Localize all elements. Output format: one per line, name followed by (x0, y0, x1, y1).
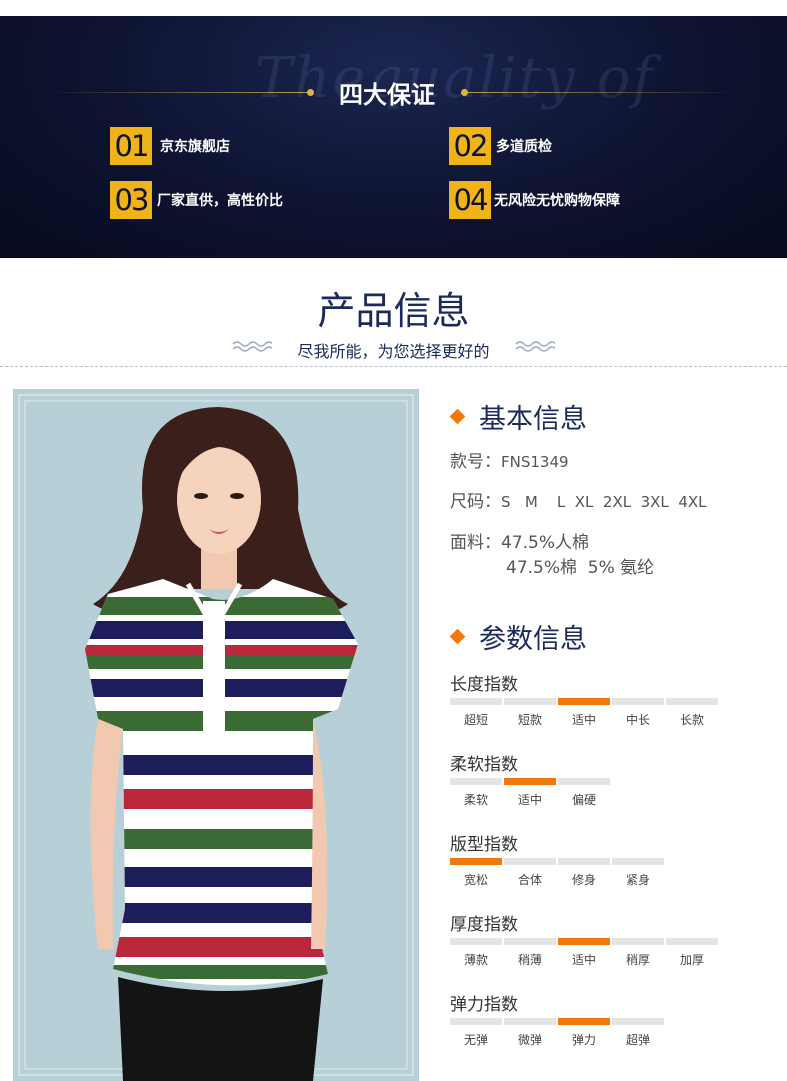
gauge-option: 中长 (612, 698, 664, 728)
guarantee-text: 多道质检 (496, 139, 552, 155)
guarantee-banner: Thequality of 四大保证 01 京东旗舰店 02 多道质检 03 厂… (0, 16, 787, 258)
gauge-option-selected: 适中 (558, 938, 610, 968)
gauge-option-selected: 宽松 (450, 858, 502, 888)
gauge-option: 加厚 (666, 938, 718, 968)
size-row: 尺码：S M L XL 2XL 3XL 4XL (450, 490, 707, 514)
fit-gauge-title: 版型指数 (450, 835, 518, 855)
basic-info-heading-text: 基本信息 (479, 404, 587, 435)
fit-gauge: 宽松 合体 修身 紧身 (450, 858, 666, 888)
banner-rule-left (44, 92, 314, 93)
size-label: 尺码： (450, 492, 501, 512)
guarantee-number: 01 (110, 127, 152, 165)
gauge-option: 合体 (504, 858, 556, 888)
gauge-option: 薄款 (450, 938, 502, 968)
length-gauge-title: 长度指数 (450, 675, 518, 695)
gauge-option-selected: 弹力 (558, 1018, 610, 1048)
thickness-gauge-title: 厚度指数 (450, 915, 518, 935)
gauge-option: 超短 (450, 698, 502, 728)
gauge-option: 偏硬 (558, 778, 610, 808)
gauge-option: 紧身 (612, 858, 664, 888)
gauge-option: 修身 (558, 858, 610, 888)
basic-info-heading: 基本信息 (449, 397, 587, 436)
gauge-option: 稍厚 (612, 938, 664, 968)
elasticity-gauge-title: 弹力指数 (450, 995, 518, 1015)
gauge-option: 长款 (666, 698, 718, 728)
guarantee-text: 无风险无忧购物保障 (494, 193, 620, 209)
diamond-bullet-icon (449, 628, 466, 645)
wave-ornament-right-icon (515, 341, 555, 352)
thickness-gauge: 薄款 稍薄 适中 稍厚 加厚 (450, 938, 720, 968)
gauge-option: 短款 (504, 698, 556, 728)
gauge-option: 柔软 (450, 778, 502, 808)
model-row: 款号：FNS1349 (450, 450, 569, 474)
length-gauge: 超短 短款 适中 中长 长款 (450, 698, 720, 728)
guarantee-item-04: 04 无风险无忧购物保障 (449, 181, 620, 219)
diamond-bullet-icon (449, 408, 466, 425)
banner-rule-right (462, 92, 737, 93)
softness-gauge-title: 柔软指数 (450, 755, 518, 775)
softness-gauge: 柔软 适中 偏硬 (450, 778, 612, 808)
fabric-label: 面料： (450, 533, 501, 553)
guarantee-number: 04 (449, 181, 491, 219)
guarantee-number: 02 (449, 127, 491, 165)
size-value: S M L XL 2XL 3XL 4XL (501, 493, 707, 511)
gauge-option-selected: 适中 (558, 698, 610, 728)
guarantee-number: 03 (110, 181, 152, 219)
gauge-option: 稍薄 (504, 938, 556, 968)
gauge-option: 无弹 (450, 1018, 502, 1048)
fabric-line2: 47.5%棉 5% 氨纶 (506, 558, 655, 578)
elasticity-gauge: 无弹 微弹 弹力 超弹 (450, 1018, 666, 1048)
banner-script-watermark: Thequality of (255, 46, 656, 111)
banner-dot-left (307, 89, 314, 96)
product-photo (13, 389, 419, 1081)
guarantee-text: 京东旗舰店 (160, 139, 230, 155)
guarantee-item-02: 02 多道质检 (449, 127, 552, 165)
param-info-heading-text: 参数信息 (479, 624, 587, 655)
guarantee-text: 厂家直供，高性价比 (157, 193, 283, 209)
fabric-row-2: 47.5%棉 5% 氨纶 (506, 556, 654, 580)
guarantee-item-01: 01 京东旗舰店 (110, 127, 230, 165)
section-title: 产品信息 (317, 289, 470, 333)
guarantee-item-03: 03 厂家直供，高性价比 (110, 181, 283, 219)
section-subtitle: 尽我所能，为您选择更好的 (297, 342, 490, 361)
param-info-heading: 参数信息 (449, 617, 587, 656)
fabric-line1: 47.5%人棉 (501, 533, 590, 553)
gauge-option-selected: 适中 (504, 778, 556, 808)
model-label: 款号： (450, 452, 501, 472)
gauge-option: 超弹 (612, 1018, 664, 1048)
section-divider (0, 366, 787, 367)
banner-title: 四大保证 (339, 81, 435, 109)
model-value: FNS1349 (501, 453, 569, 471)
fabric-row: 面料：47.5%人棉 (450, 531, 589, 555)
gauge-option: 微弹 (504, 1018, 556, 1048)
